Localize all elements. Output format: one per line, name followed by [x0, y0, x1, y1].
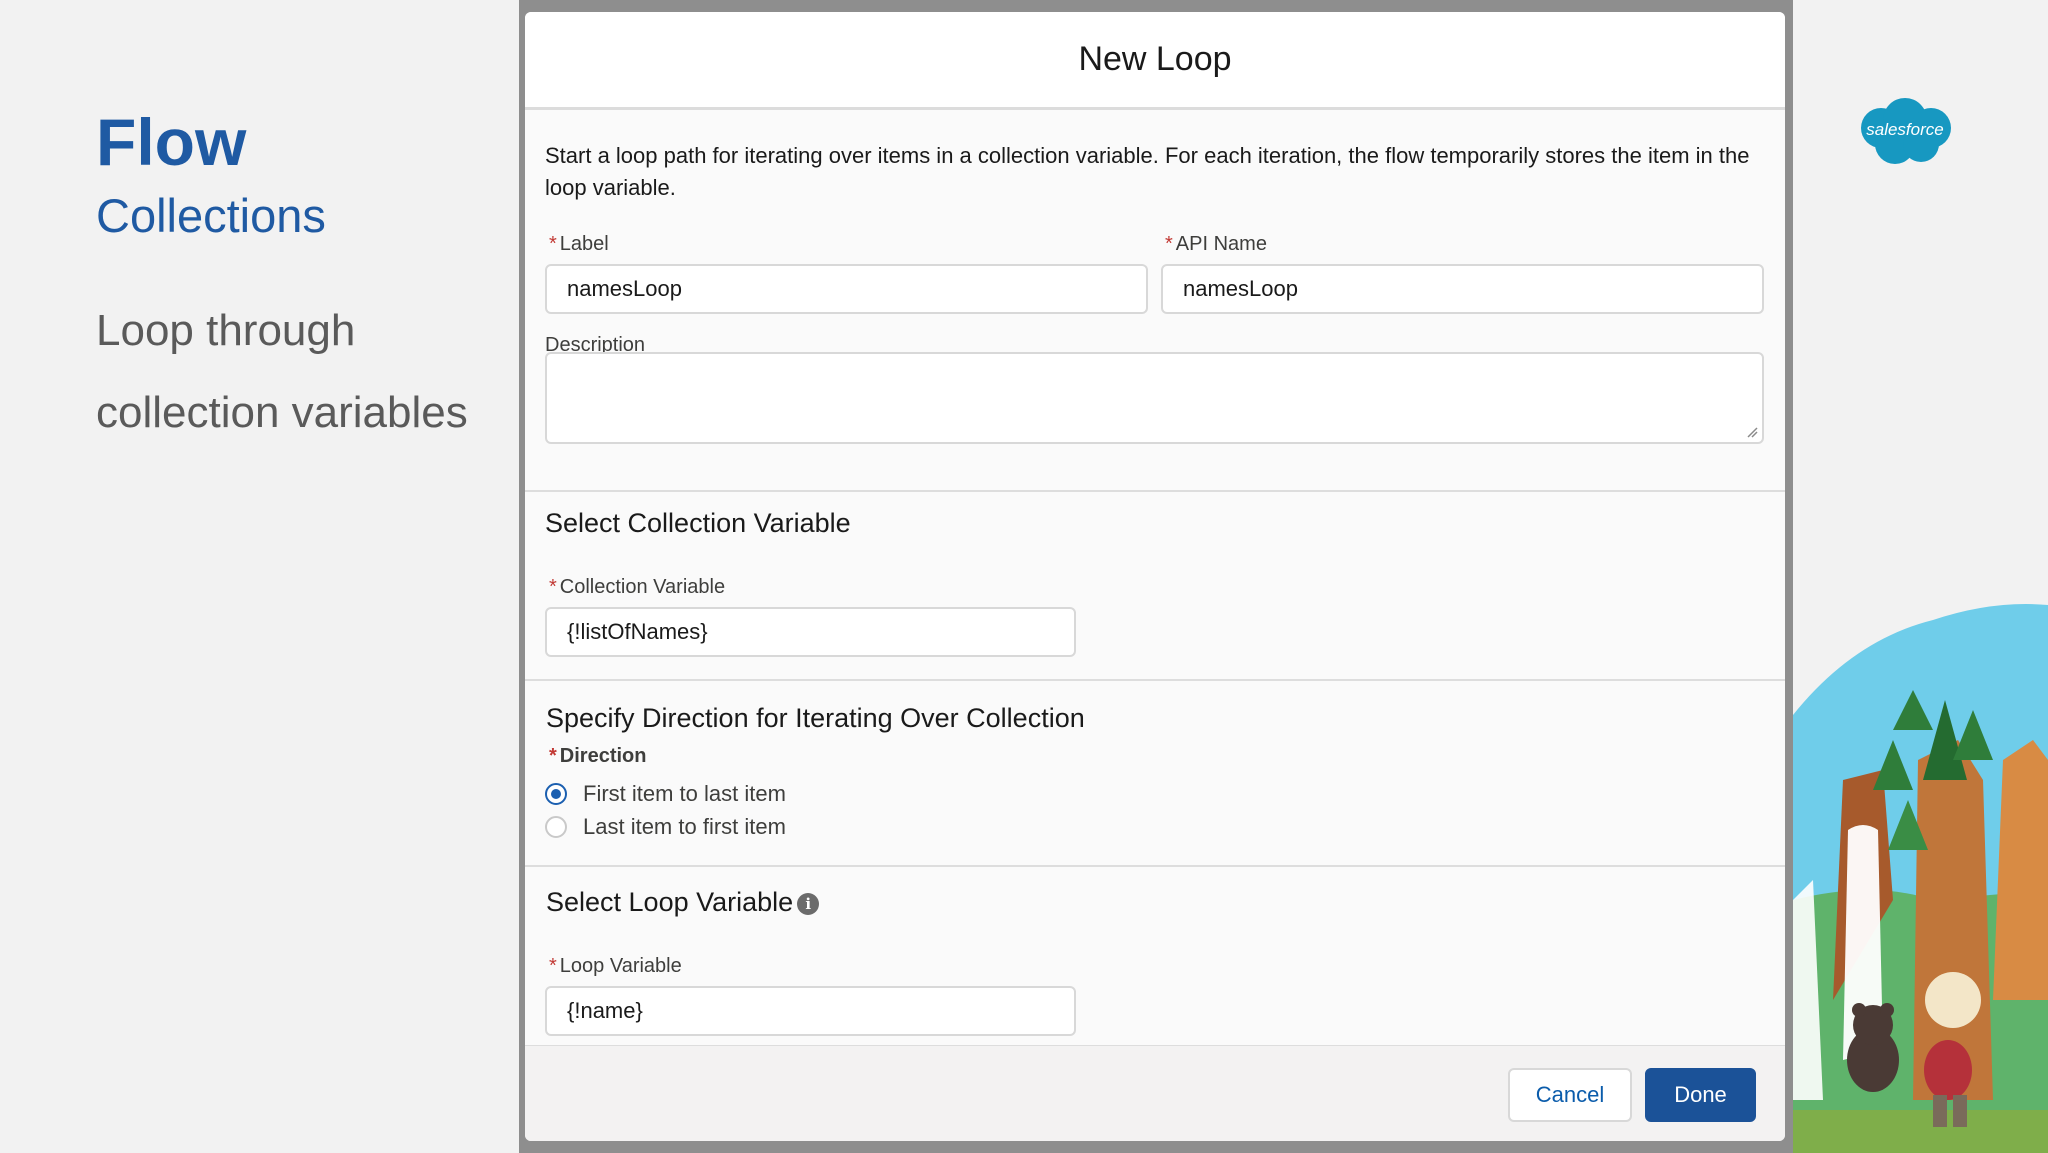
collection-variable-text: Collection Variable: [559, 576, 726, 598]
cancel-button[interactable]: Cancel: [1508, 1068, 1632, 1122]
description-textarea[interactable]: [545, 352, 1764, 444]
slide-subtitle: Collections: [96, 189, 326, 242]
direction-option-first-to-last[interactable]: First item to last item: [545, 781, 786, 807]
resize-handle-icon[interactable]: [1746, 426, 1758, 438]
api-name-input[interactable]: namesLoop: [1161, 264, 1764, 314]
collection-variable-section: Select Collection Variable * Collection V…: [525, 492, 1785, 681]
new-loop-modal: New Loop Start a loop path for iterating…: [525, 12, 1785, 1141]
required-marker: *: [1165, 233, 1173, 255]
required-marker: *: [549, 576, 557, 598]
landscape-illustration: [1793, 604, 2048, 1153]
info-icon[interactable]: i: [797, 892, 820, 915]
collection-variable-label: * Collection Variable: [549, 576, 725, 599]
modal-footer: Cancel Done: [525, 1045, 1785, 1141]
direction-option-last-to-first[interactable]: Last item to first item: [545, 814, 786, 840]
direction-option-label: First item to last item: [583, 781, 786, 806]
api-name-field-label: * API Name: [1165, 233, 1267, 256]
slide-body-line: Loop through: [96, 306, 356, 355]
direction-option-label: Last item to first item: [583, 814, 786, 839]
loop-variable-input[interactable]: {!name}: [545, 986, 1076, 1036]
radio-button[interactable]: [545, 816, 567, 838]
salesforce-logo-text: salesforce: [1866, 120, 1944, 139]
label-field-text: Label: [559, 233, 609, 255]
modal-description: Start a loop path for iterating over ite…: [545, 143, 1750, 200]
done-button[interactable]: Done: [1645, 1068, 1756, 1122]
modal-header: New Loop: [525, 12, 1785, 110]
label-field-label: * Label: [549, 233, 609, 256]
radio-button-selected[interactable]: [545, 783, 567, 805]
slide-body-line: collection variables: [96, 388, 468, 437]
general-section: Start a loop path for iterating over ite…: [525, 110, 1785, 492]
collection-section-heading: Select Collection Variable: [545, 508, 851, 538]
direction-label-text: Direction: [559, 745, 647, 767]
modal-title: New Loop: [1078, 40, 1232, 78]
loop-variable-label: * Loop Variable: [549, 955, 682, 978]
loop-variable-heading-text: Select Loop Variable: [546, 887, 794, 917]
loop-variable-section: Select Loop Variable i * Loop Variable {!n…: [525, 867, 1785, 1059]
api-name-field-text: API Name: [1175, 233, 1267, 255]
slide-right-panel: salesforce: [1793, 0, 2048, 1153]
loop-variable-text: Loop Variable: [559, 955, 682, 977]
required-marker: *: [549, 233, 557, 255]
required-marker: *: [549, 955, 557, 977]
slide-body: Loop through collection variables: [96, 290, 516, 454]
direction-label: * Direction: [549, 745, 646, 768]
slide-left-panel: Flow Collections Loop through collection…: [0, 0, 519, 1153]
collection-variable-input[interactable]: {!listOfNames}: [545, 607, 1076, 657]
direction-section-heading: Specify Direction for Iterating Over Col…: [546, 703, 1085, 733]
salesforce-logo: salesforce: [1853, 96, 1957, 168]
required-marker: *: [549, 745, 557, 767]
slide-title: Flow: [96, 105, 247, 179]
label-input[interactable]: namesLoop: [545, 264, 1148, 314]
loop-variable-heading: Select Loop Variable i: [546, 887, 820, 918]
direction-section: Specify Direction for Iterating Over Col…: [525, 681, 1785, 867]
